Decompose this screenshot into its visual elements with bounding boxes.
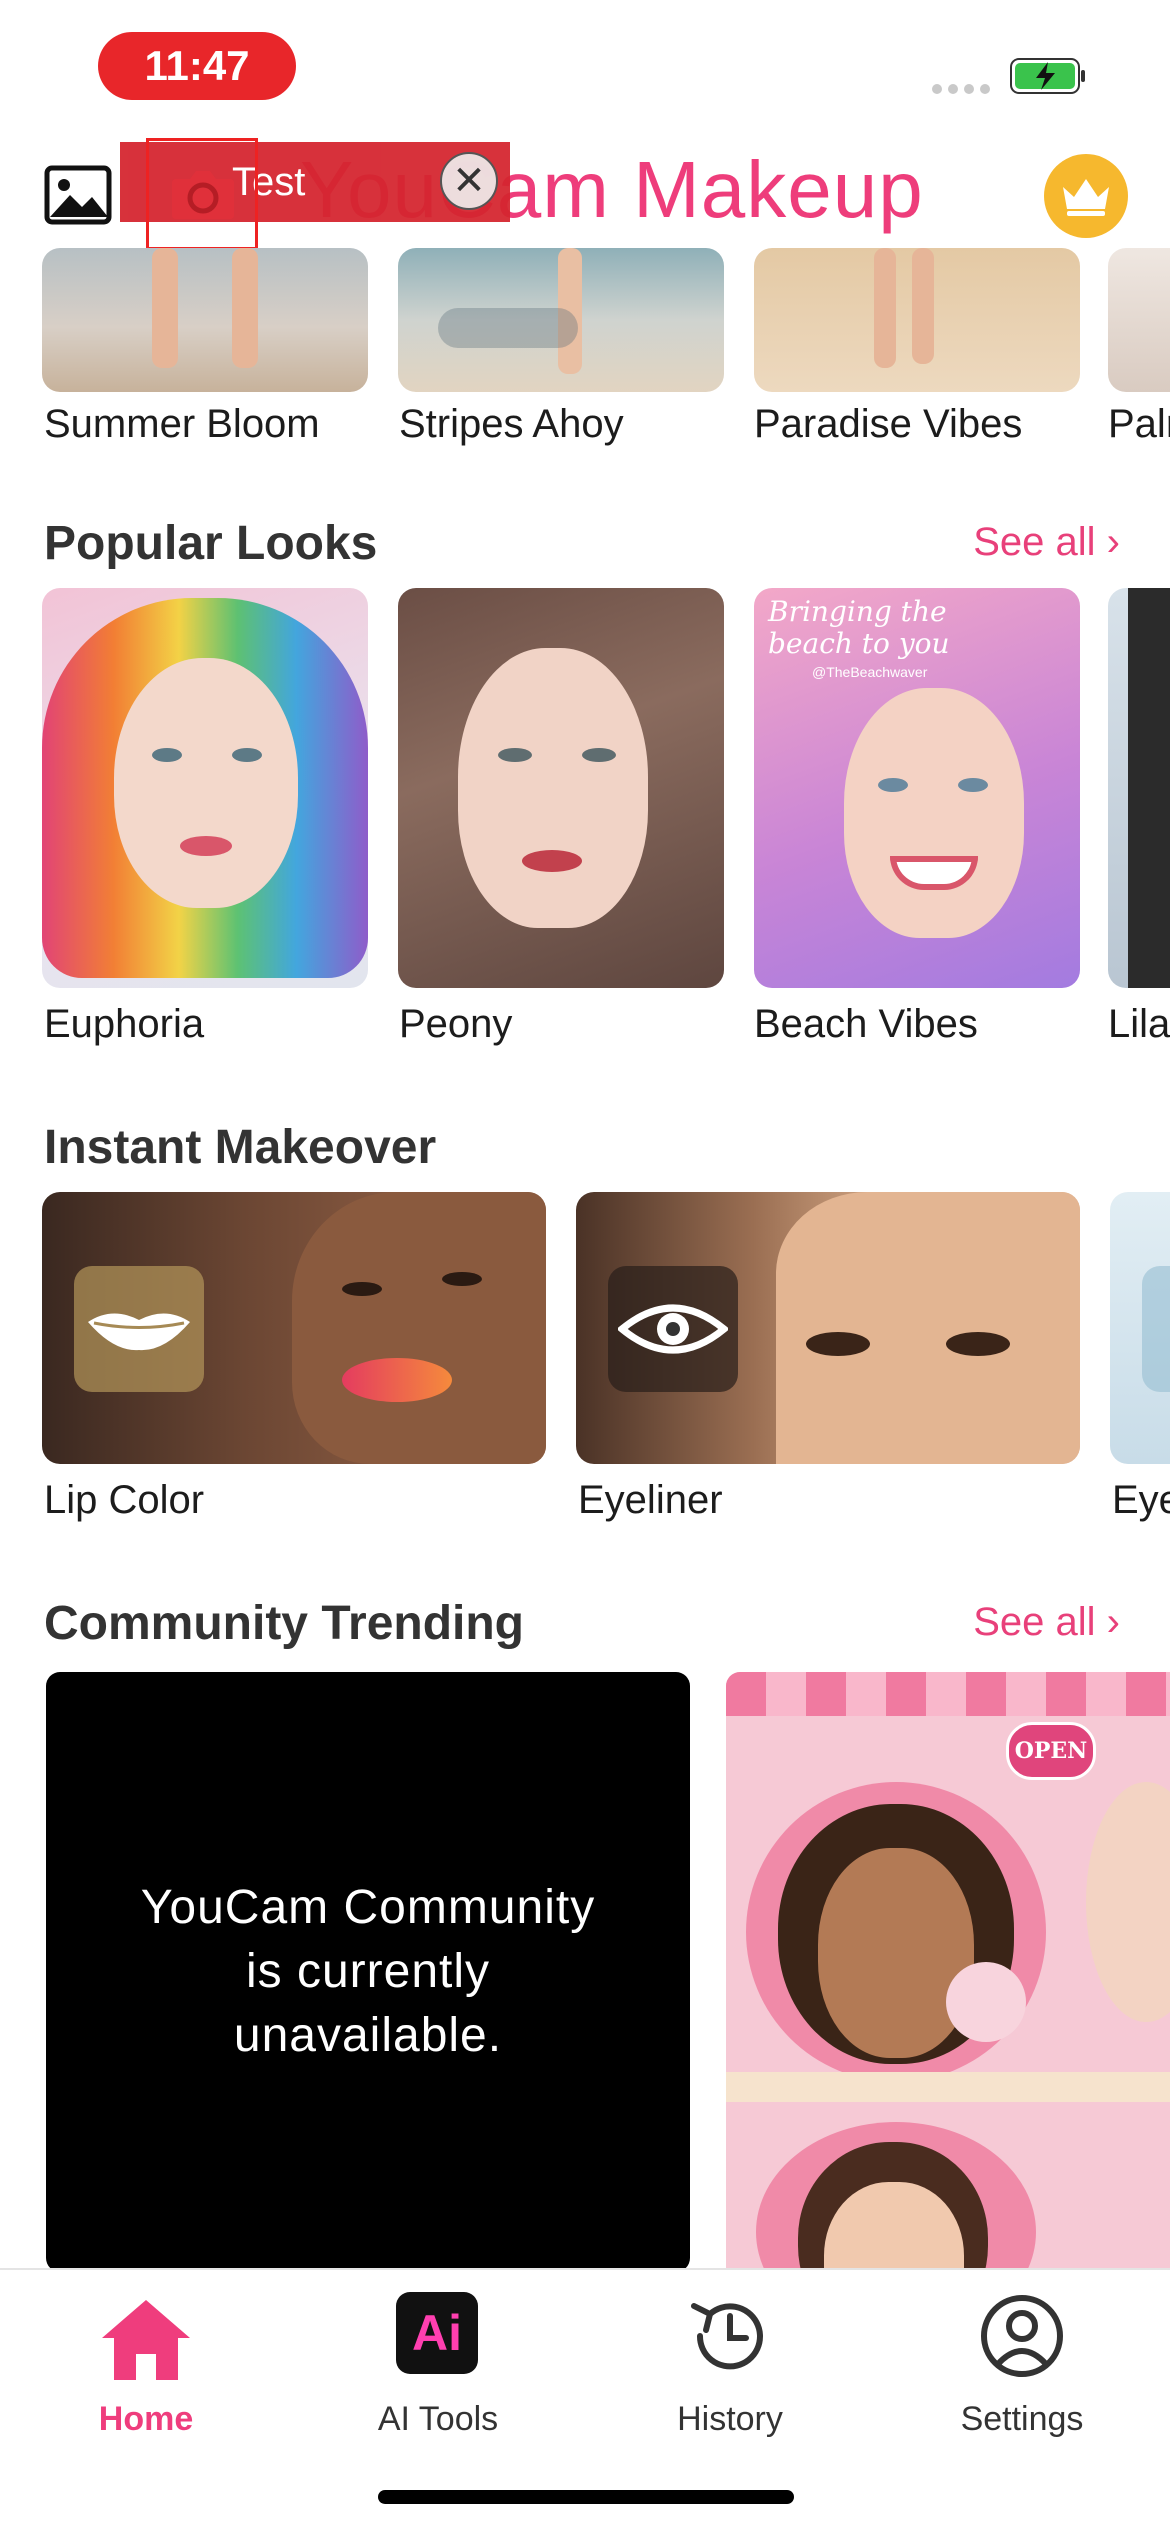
tab-label: History [677, 2400, 783, 2438]
look-label: Summer Bloom [44, 402, 320, 446]
eye-icon [608, 1266, 738, 1392]
battery-charging-icon [1010, 58, 1085, 94]
look-label: Beach Vibes [754, 1002, 978, 1046]
gallery-icon[interactable] [44, 165, 112, 225]
tab-ai-tools[interactable]: Ai AI Tools [338, 2288, 538, 2438]
look-label: Paradise Vibes [754, 402, 1023, 446]
look-card-summer-bloom[interactable] [42, 248, 368, 392]
look-card-beach-vibes[interactable]: Bringing the beach to you @TheBeachwaver [754, 588, 1080, 988]
crown-icon [1063, 179, 1109, 216]
look-label: Stripes Ahoy [399, 402, 624, 446]
beach-vibes-overlay-text: Bringing the beach to you [768, 595, 950, 660]
tab-label: Home [98, 2400, 194, 2438]
tab-settings[interactable]: Settings [922, 2288, 1122, 2438]
tab-history[interactable]: History [630, 2288, 830, 2438]
community-unavailable-text: YouCam Community [140, 1881, 596, 1934]
history-icon [691, 2303, 763, 2370]
makeover-card-lip-color[interactable] [42, 1192, 546, 1464]
makeover-label: Eyeliner [578, 1478, 723, 1522]
section-title-community-trending: Community Trending [44, 1597, 524, 1650]
beach-vibes-handle: @TheBeachwaver [812, 664, 928, 680]
ai-tools-icon: Ai [396, 2292, 478, 2374]
status-time: 11:47 [98, 32, 296, 100]
settings-icon [981, 2295, 1063, 2377]
tab-label: AI Tools [377, 2400, 499, 2438]
makeover-label: Lip Color [44, 1478, 205, 1522]
home-icon [102, 2300, 190, 2380]
tab-label: Settings [960, 2400, 1084, 2438]
makeover-card-eyeliner[interactable] [576, 1192, 1080, 1464]
see-all-popular-looks[interactable]: See all › [973, 520, 1120, 565]
look-card-palr[interactable] [1108, 248, 1170, 392]
community-unavailable-text: is currently [245, 1945, 491, 1998]
look-label: Euphoria [44, 1002, 205, 1046]
makeover-label: Eye [1112, 1478, 1170, 1522]
look-card-stripes-ahoy[interactable] [398, 248, 724, 392]
look-card-euphoria[interactable] [42, 588, 368, 988]
open-sign: OPEN [1006, 1722, 1096, 1780]
look-card-paradise-vibes[interactable] [754, 248, 1080, 392]
community-unavailable-card: YouCam Community is currently unavailabl… [46, 1672, 690, 2272]
look-label: Palr [1108, 402, 1170, 446]
section-title-instant-makeover: Instant Makeover [44, 1121, 437, 1174]
tab-home[interactable]: Home [46, 2288, 246, 2438]
camera-icon [172, 171, 234, 219]
see-all-community[interactable]: See all › [973, 1600, 1120, 1645]
section-title-popular-looks: Popular Looks [44, 517, 378, 570]
look-card-lila[interactable] [1108, 588, 1170, 988]
community-trending-card[interactable]: OPEN [726, 1672, 1170, 2272]
cellular-signal-icon [932, 84, 990, 94]
close-icon[interactable]: ✕ [440, 152, 498, 210]
home-indicator [378, 2490, 794, 2504]
lips-icon [74, 1266, 204, 1392]
premium-crown-button[interactable] [1044, 154, 1128, 238]
makeover-card-eye[interactable] [1110, 1192, 1170, 1464]
look-label: Lila [1108, 1002, 1170, 1046]
look-label: Peony [399, 1002, 513, 1046]
community-unavailable-text: unavailable. [233, 2009, 503, 2062]
look-card-peony[interactable] [398, 588, 724, 988]
